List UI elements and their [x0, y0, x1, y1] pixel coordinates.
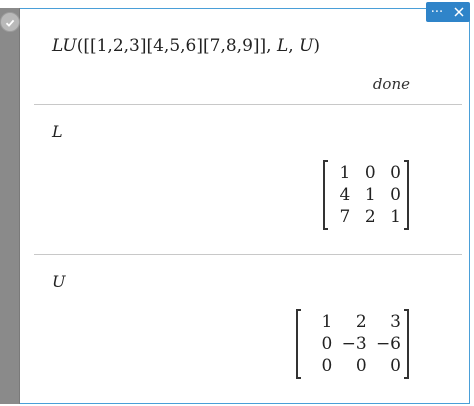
matrix-cell: 0 — [355, 356, 367, 376]
check-icon — [5, 13, 15, 32]
matrix-cell: 4 — [339, 185, 351, 205]
argument-l: L — [276, 36, 289, 56]
matrix-cell: 2 — [355, 312, 367, 332]
separator: , — [266, 36, 277, 56]
card-rail[interactable] — [0, 8, 20, 404]
close-paren: ) — [313, 36, 321, 56]
close-button[interactable] — [448, 2, 470, 22]
matrix-cell: −3 — [341, 334, 367, 354]
matrix-cell: 1 — [321, 312, 333, 332]
result-text: done — [372, 75, 410, 93]
check-badge[interactable] — [0, 12, 20, 32]
matrix-cell: −6 — [375, 334, 401, 354]
matrix-cell: 0 — [364, 163, 376, 183]
close-icon — [454, 7, 464, 17]
matrix-cell: 0 — [390, 185, 401, 205]
matrix-l[interactable]: 100410721 — [323, 160, 409, 230]
argument-u: U — [299, 36, 314, 56]
matrix-argument: [[1,2,3][4,5,6][7,8,9]] — [83, 36, 267, 56]
separator: , — [288, 36, 300, 56]
card-toolbar: ··· — [426, 2, 470, 22]
input-expression[interactable]: LU([[1,2,3][4,5,6][7,8,9]], L, U) — [52, 36, 320, 56]
divider — [34, 254, 462, 255]
function-name: LU — [52, 36, 77, 56]
matrix-cell: 0 — [390, 163, 401, 183]
matrix-cell: 1 — [339, 163, 351, 183]
matrix-cell: 0 — [321, 356, 333, 376]
matrix-cell: 3 — [390, 312, 401, 332]
matrix-cell: 7 — [339, 207, 351, 227]
matrix-cell: 1 — [364, 185, 376, 205]
variable-label-u[interactable]: U — [52, 272, 65, 291]
variable-label-l[interactable]: L — [52, 122, 63, 141]
matrix-cell: 0 — [321, 334, 333, 354]
matrix-cell: 1 — [390, 207, 401, 227]
matrix-u[interactable]: 1 2 3 0 −3 −6 0 0 0 — [296, 309, 409, 379]
more-options-button[interactable]: ··· — [426, 2, 448, 22]
divider — [34, 104, 462, 105]
matrix-cell: 2 — [364, 207, 376, 227]
more-icon: ··· — [430, 4, 444, 20]
matrix-cell: 0 — [390, 356, 401, 376]
